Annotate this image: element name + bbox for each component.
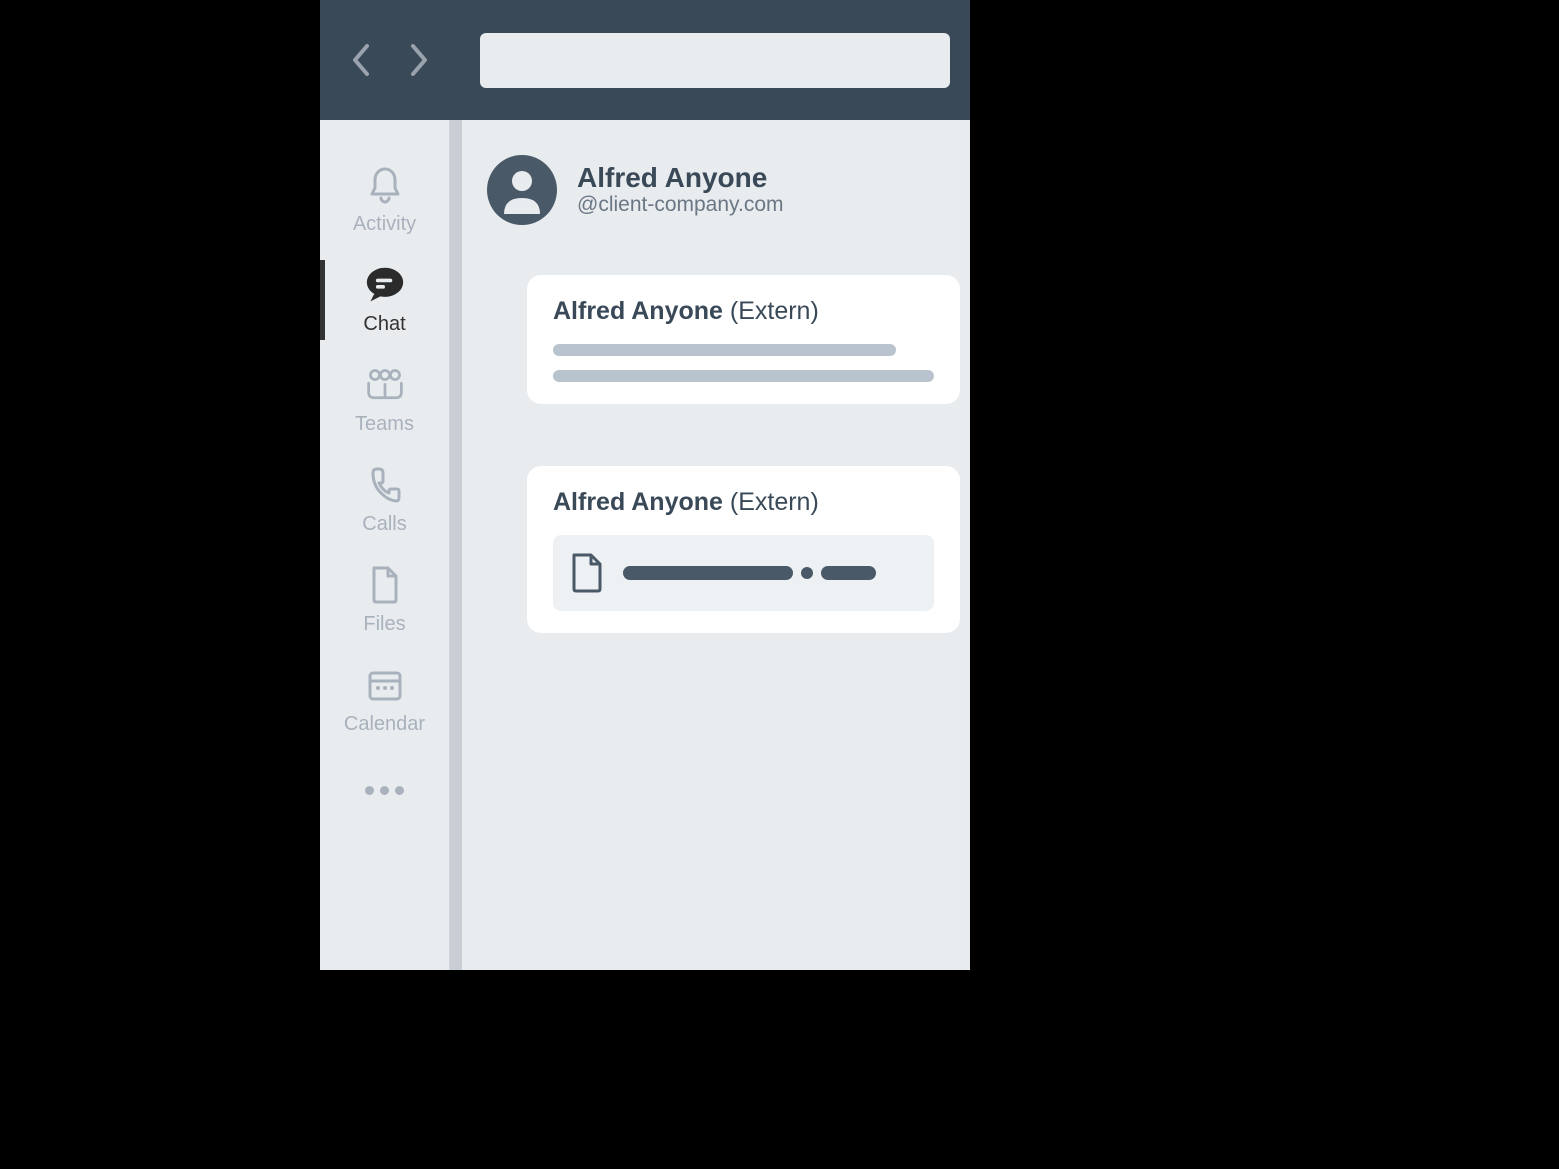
person-icon xyxy=(500,166,544,214)
file-icon xyxy=(571,553,603,593)
calendar-icon xyxy=(365,665,405,705)
more-icon xyxy=(365,786,374,795)
sidebar-item-calls[interactable]: Calls xyxy=(320,450,449,550)
chevron-left-icon xyxy=(349,42,371,78)
message-card[interactable]: Alfred Anyone (Extern) xyxy=(527,275,960,404)
sidebar-more-button[interactable] xyxy=(320,760,449,820)
chat-header: Alfred Anyone @client-company.com xyxy=(487,155,960,225)
message-text-placeholder xyxy=(553,370,934,382)
message-text-placeholder xyxy=(553,344,896,356)
message-card[interactable]: Alfred Anyone (Extern) xyxy=(527,466,960,633)
chevron-right-icon xyxy=(409,42,431,78)
avatar[interactable] xyxy=(487,155,557,225)
more-icon xyxy=(380,786,389,795)
contact-info: Alfred Anyone @client-company.com xyxy=(577,163,784,218)
sidebar-divider xyxy=(450,120,462,970)
file-name-placeholder xyxy=(623,566,876,580)
chat-icon xyxy=(365,265,405,305)
message-sender: Alfred Anyone (Extern) xyxy=(553,297,934,326)
file-attachment[interactable] xyxy=(553,535,934,611)
sidebar-item-label: Calls xyxy=(362,513,406,536)
file-icon xyxy=(365,565,405,605)
sidebar-item-label: Chat xyxy=(363,313,405,336)
app-body: Activity Chat xyxy=(320,120,970,970)
sidebar-item-label: Teams xyxy=(355,413,414,436)
sidebar-item-teams[interactable]: Teams xyxy=(320,350,449,450)
sidebar-item-activity[interactable]: Activity xyxy=(320,150,449,250)
search-input[interactable] xyxy=(480,33,950,88)
sidebar-item-label: Calendar xyxy=(344,713,425,736)
sidebar: Activity Chat xyxy=(320,120,450,970)
phone-icon xyxy=(365,465,405,505)
sidebar-item-calendar[interactable]: Calendar xyxy=(320,650,449,750)
message-sender: Alfred Anyone (Extern) xyxy=(553,488,934,517)
sidebar-item-files[interactable]: Files xyxy=(320,550,449,650)
more-icon xyxy=(395,786,404,795)
main-chat-area: Alfred Anyone @client-company.com Alfred… xyxy=(462,120,970,970)
sidebar-item-label: Files xyxy=(363,613,405,636)
external-tag: (Extern) xyxy=(730,297,819,325)
app-window: Activity Chat xyxy=(320,0,970,970)
external-tag: (Extern) xyxy=(730,488,819,516)
contact-handle: @client-company.com xyxy=(577,193,784,217)
sidebar-item-label: Activity xyxy=(353,213,416,236)
sidebar-item-chat[interactable]: Chat xyxy=(320,250,449,350)
nav-back-button[interactable] xyxy=(340,40,380,80)
contact-name: Alfred Anyone xyxy=(577,163,784,194)
teams-icon xyxy=(365,365,405,405)
bell-icon xyxy=(365,165,405,205)
titlebar xyxy=(320,0,970,120)
nav-forward-button[interactable] xyxy=(400,40,440,80)
